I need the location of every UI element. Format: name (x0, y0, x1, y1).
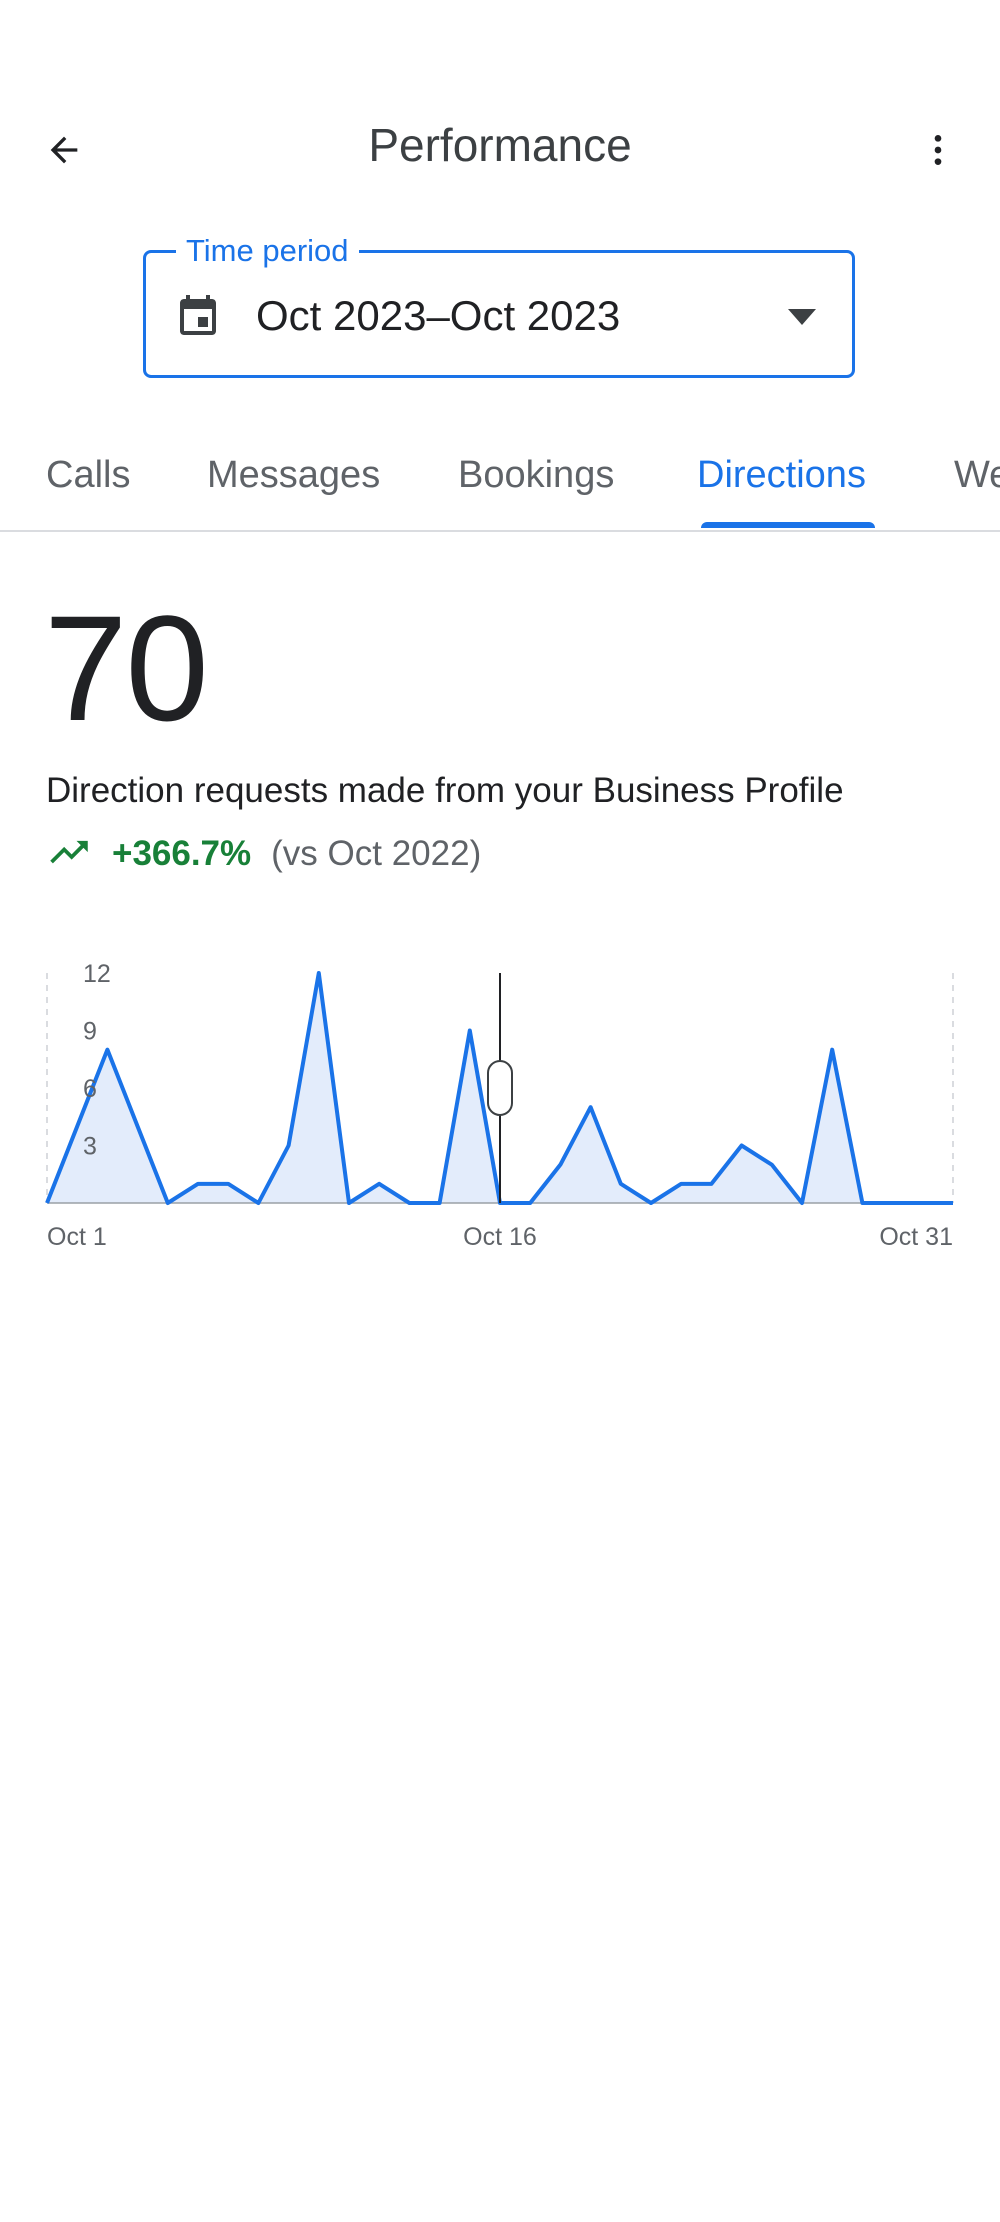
trend-row: +366.7% (vs Oct 2022) (46, 832, 481, 876)
metric-value: 70 (44, 584, 209, 752)
y-tick-label: 12 (83, 960, 111, 988)
time-period-dropdown[interactable]: Time period Oct 2023–Oct 2023 (143, 233, 855, 378)
page-title: Performance (368, 119, 632, 171)
y-tick-label: 9 (83, 1018, 97, 1046)
trending-up-icon (50, 840, 88, 864)
change-percentage: +366.7% (112, 834, 252, 873)
more-vert-icon (934, 135, 942, 165)
time-period-label: Time period (176, 233, 359, 269)
app-bar: Performance (0, 90, 1000, 210)
x-tick-label: Oct 31 (879, 1223, 953, 1251)
calendar-icon (180, 295, 216, 335)
tab-bookings[interactable]: Bookings (458, 450, 614, 500)
x-tick-label: Oct 16 (463, 1223, 537, 1251)
active-tab-indicator (701, 522, 875, 528)
metric-tabs: Calls Messages Bookings Directions We (0, 440, 1000, 532)
tab-calls[interactable]: Calls (46, 450, 130, 500)
y-tick-label: 3 (83, 1133, 97, 1161)
comparison-period: (vs Oct 2022) (271, 834, 482, 873)
time-period-value: Oct 2023–Oct 2023 (256, 292, 621, 339)
metric-description: Direction requests made from your Busine… (46, 771, 844, 810)
x-tick-label: Oct 1 (47, 1223, 107, 1251)
dropdown-arrow-icon (788, 309, 816, 325)
more-options-button[interactable] (910, 122, 966, 178)
directions-chart[interactable]: 3 6 9 12 Oct 1 Oct 16 Oct 31 (0, 940, 1000, 1270)
tab-website[interactable]: We (954, 450, 1000, 500)
chart-scrubber-handle[interactable] (487, 1060, 513, 1116)
tab-directions[interactable]: Directions (697, 450, 866, 500)
tab-messages[interactable]: Messages (207, 450, 380, 500)
y-tick-label: 6 (83, 1075, 97, 1103)
